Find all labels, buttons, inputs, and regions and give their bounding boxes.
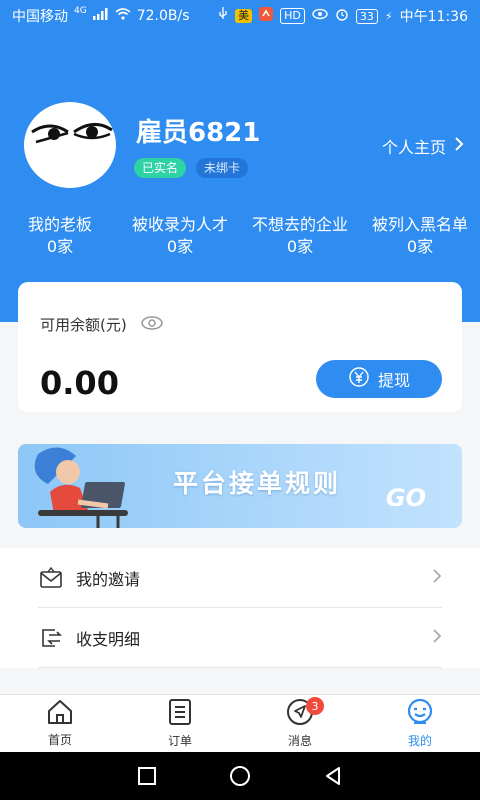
home-icon (46, 699, 74, 728)
chevron-right-icon (454, 136, 464, 156)
banner-illustration (34, 447, 128, 528)
transfer-icon (38, 625, 64, 651)
card-unbound-badge: 未绑卡 (196, 158, 249, 178)
square-icon (137, 767, 156, 785)
eye-toggle-icon[interactable] (140, 315, 163, 334)
menu-item-label: 我的邀请 (76, 570, 141, 589)
menu-item-invitation[interactable]: 我的邀请 (0, 548, 480, 608)
withdraw-label: 提现 (377, 371, 410, 390)
stats-row: 我的老板 0家 被收录为人才 0家 不想去的企业 0家 被列入黑名单 0家 (0, 214, 480, 258)
circle-icon (229, 766, 250, 786)
chevron-right-icon (432, 568, 442, 588)
home-button[interactable] (220, 756, 260, 796)
stat-label: 不想去的企业 (251, 215, 348, 234)
triangle-back-icon (326, 767, 341, 785)
account-tags: 已实名 未绑卡 (134, 158, 249, 178)
yuan-icon (348, 366, 370, 392)
signal-icon (92, 8, 109, 24)
stat-talent-collected[interactable]: 被收录为人才 0家 (120, 214, 240, 258)
personal-homepage-link[interactable]: 个人主页 (382, 134, 464, 158)
tab-mine[interactable]: 我的 (360, 695, 480, 752)
verified-badge: 已实名 (134, 158, 187, 178)
stat-label: 被收录为人才 (131, 215, 228, 234)
menu-item-transactions[interactable]: 收支明细 (0, 608, 480, 668)
network-speed: 72.0B/s (136, 8, 190, 24)
stat-value: 0家 (286, 237, 314, 256)
bottom-tab-bar: 首页 订单 消息 3 我的 (0, 694, 480, 752)
clock: 中午11:36 (399, 9, 468, 25)
app-notification-icon (259, 7, 274, 25)
banner-go-text: GO (385, 484, 426, 512)
stat-unwanted-companies[interactable]: 不想去的企业 0家 (240, 214, 360, 258)
usb-icon (218, 7, 228, 25)
tab-label: 订单 (167, 734, 192, 748)
balance-label: 可用余额(元) (40, 316, 127, 334)
envelope-icon (38, 565, 64, 591)
hd-badge: HD (280, 8, 305, 24)
balance-label-row: 可用余额(元) (40, 314, 163, 335)
balance-card: 可用余额(元) 0.00 提现 (18, 282, 462, 412)
carrier-name: 中国移动 (12, 9, 68, 25)
rules-banner[interactable]: 平台接单规则 GO (18, 444, 462, 528)
mine-icon (406, 698, 434, 729)
stat-blacklisted[interactable]: 被列入黑名单 0家 (360, 214, 480, 258)
stat-label: 我的老板 (27, 215, 92, 234)
wifi-icon (115, 8, 131, 24)
status-bar: 中国移动 4G 72.0B/s 美 HD 33 ⚡ 中午11:36 (0, 0, 480, 32)
eye-care-icon (312, 8, 328, 24)
alarm-icon (335, 7, 349, 25)
menu-list: 我的邀请 收支明细 (0, 548, 480, 668)
system-nav-bar (0, 752, 480, 800)
order-icon (167, 698, 193, 729)
withdraw-button[interactable]: 提现 (316, 360, 442, 398)
balance-amount: 0.00 (40, 364, 119, 402)
meituan-app-icon: 美 (235, 9, 253, 23)
personal-homepage-label: 个人主页 (381, 138, 446, 157)
recent-apps-button[interactable] (127, 756, 167, 796)
avatar[interactable] (24, 102, 116, 188)
tab-label: 首页 (47, 733, 72, 747)
tab-orders[interactable]: 订单 (120, 695, 240, 752)
banner-title: 平台接单规则 (173, 469, 342, 498)
tab-home[interactable]: 首页 (0, 695, 120, 752)
stat-value: 0家 (166, 237, 194, 256)
stat-value: 0家 (406, 237, 434, 256)
tab-label: 我的 (407, 734, 432, 748)
network-type: 4G (74, 6, 87, 16)
battery-level: 33 (355, 8, 378, 24)
charging-icon: ⚡ (384, 9, 393, 23)
stat-my-boss[interactable]: 我的老板 0家 (0, 214, 120, 258)
tab-label: 消息 (287, 734, 312, 748)
profile-header: 雇员6821 已实名 未绑卡 个人主页 我的老板 0家 被收录为人才 0家 不想… (0, 32, 480, 322)
chevron-right-icon (432, 628, 442, 648)
stat-value: 0家 (46, 237, 74, 256)
tab-messages[interactable]: 消息 3 (240, 695, 360, 752)
back-button[interactable] (313, 756, 353, 796)
stat-label: 被列入黑名单 (371, 215, 468, 234)
menu-item-label: 收支明细 (76, 630, 141, 649)
message-count-badge: 3 (306, 697, 324, 715)
username: 雇员6821 (136, 118, 261, 148)
